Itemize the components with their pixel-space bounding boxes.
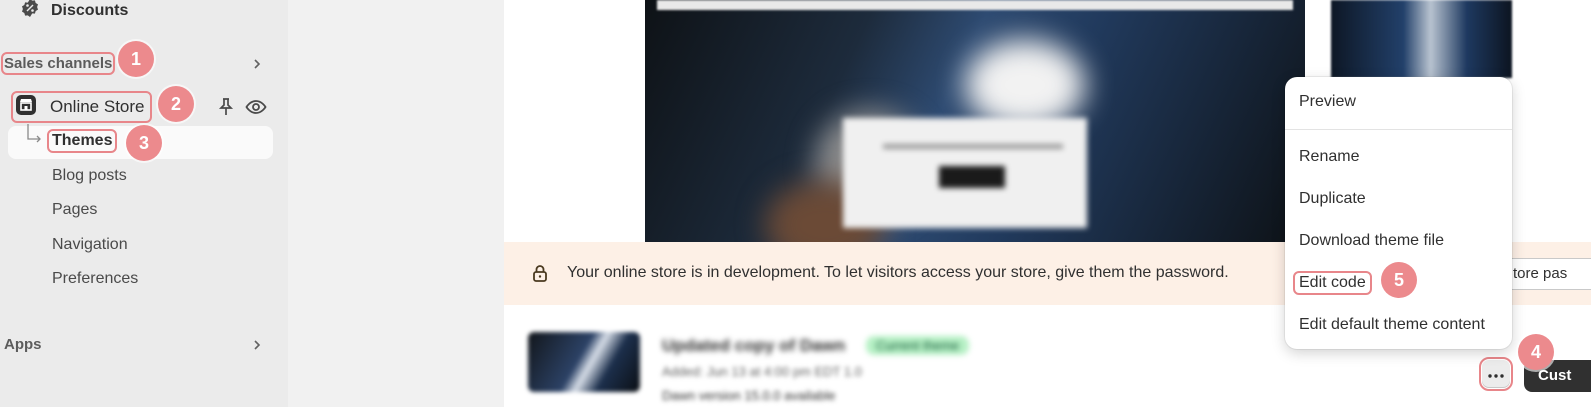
theme-preview-mobile — [1331, 0, 1512, 78]
menu-item-edit-default-theme-content[interactable]: Edit default theme content — [1299, 316, 1485, 334]
theme-update-notice[interactable]: Dawn version 15.0.0 available — [662, 388, 835, 403]
apps-heading[interactable]: Apps — [4, 336, 42, 353]
menu-item-edit-code[interactable]: Edit code — [1293, 271, 1372, 295]
theme-preview-image — [645, 0, 1305, 242]
sidebar-item-themes[interactable]: Themes — [46, 129, 118, 153]
pin-icon[interactable] — [217, 97, 235, 122]
chevron-right-icon[interactable] — [252, 338, 262, 352]
theme-name: Updated copy of Dawn — [662, 336, 846, 355]
lock-icon — [532, 264, 548, 287]
menu-item-duplicate[interactable]: Duplicate — [1299, 190, 1366, 208]
theme-thumbnail — [528, 332, 640, 392]
menu-divider — [1285, 129, 1512, 130]
annotation-badge: 4 — [1518, 334, 1554, 370]
eye-icon[interactable] — [245, 98, 267, 121]
annotation-badge: 3 — [126, 125, 162, 161]
menu-item-preview[interactable]: Preview — [1299, 93, 1356, 111]
annotation-badge: 1 — [118, 41, 154, 77]
tree-connector-icon — [27, 124, 41, 143]
store-password-field[interactable]: tore pas — [1504, 258, 1591, 290]
theme-actions-menu: Preview Rename Duplicate Download theme … — [1285, 77, 1512, 349]
preview-password-card — [843, 118, 1087, 228]
sidebar-item-blog-posts[interactable]: Blog posts — [52, 167, 127, 185]
sidebar-item-label: Discounts — [51, 1, 129, 19]
more-actions-button[interactable] — [1479, 357, 1513, 391]
more-horizontal-icon — [1488, 365, 1504, 383]
banner-message: Your online store is in development. To … — [567, 264, 1229, 281]
preview-header — [657, 0, 1293, 10]
annotation-badge: 5 — [1381, 262, 1417, 298]
menu-item-rename[interactable]: Rename — [1299, 148, 1359, 166]
store-icon — [14, 93, 38, 122]
discounts-icon — [20, 0, 40, 23]
sidebar-item-online-store[interactable]: Online Store — [11, 91, 152, 123]
theme-added-date: Added: Jun 13 at 4:00 pm EDT 1.0 — [662, 364, 862, 379]
menu-item-download-theme-file[interactable]: Download theme file — [1299, 232, 1444, 250]
sidebar-item-navigation[interactable]: Navigation — [52, 236, 128, 254]
sales-channels-heading[interactable]: Sales channels — [0, 52, 116, 75]
sidebar-item-pages[interactable]: Pages — [52, 201, 97, 219]
preview-blur-shape — [965, 40, 1085, 130]
chevron-right-icon[interactable] — [252, 57, 262, 71]
preview-text-line — [883, 144, 1063, 149]
status-badge: Current theme — [866, 336, 970, 355]
annotation-badge: 2 — [158, 86, 194, 122]
sidebar-item-label: Online Store — [50, 97, 145, 116]
preview-button — [939, 166, 1005, 188]
sidebar-item-discounts[interactable]: Discounts — [20, 0, 128, 23]
sidebar-item-preferences[interactable]: Preferences — [52, 270, 138, 288]
